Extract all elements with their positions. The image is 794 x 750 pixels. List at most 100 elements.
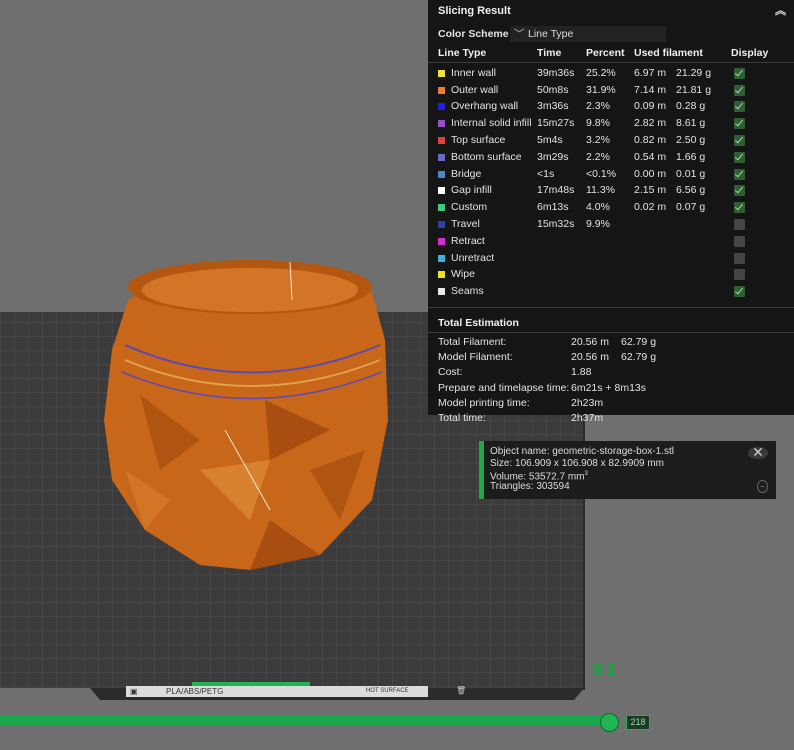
line-type-name: Travel <box>451 217 480 230</box>
line-type-row: Top surface 5m4s 3.2% 0.82 m 2.50 g <box>428 132 794 149</box>
line-time: 17m48s <box>537 184 575 197</box>
display-checkbox[interactable] <box>734 118 745 130</box>
display-checkbox[interactable] <box>734 202 745 214</box>
line-meters: 0.00 m <box>634 167 667 180</box>
display-checkbox[interactable] <box>734 235 745 247</box>
panel-title: Slicing Result <box>438 5 511 17</box>
line-percent: 4.0% <box>586 201 610 214</box>
layer-indicator: 01 <box>592 660 619 682</box>
line-type-row: Travel 15m32s 9.9% <box>428 216 794 233</box>
line-grams: 8.61 g <box>676 117 706 130</box>
display-checkbox[interactable] <box>734 84 745 96</box>
line-grams: 0.07 g <box>676 201 706 214</box>
collapse-icon[interactable]: ︽ <box>775 0 786 23</box>
object-info-panel: Object name: geometric-storage-box-1.stl… <box>479 441 776 499</box>
line-color-swatch <box>438 288 445 296</box>
line-color-swatch <box>438 136 445 144</box>
line-type-name: Overhang wall <box>451 100 519 113</box>
layer-slider-value: 218 <box>626 715 650 730</box>
display-checkbox[interactable] <box>734 134 745 146</box>
trash-icon[interactable]: 🗑 <box>456 685 466 696</box>
line-type-row: Internal solid infill 15m27s 9.8% 2.82 m 8.6… <box>428 115 794 132</box>
line-type-row: Seams <box>428 283 794 300</box>
line-color-swatch <box>438 153 445 161</box>
line-time: 15m27s <box>537 117 575 130</box>
display-checkbox[interactable] <box>734 185 745 197</box>
line-time: <1s <box>537 167 555 180</box>
total-value: 20.56 m <box>571 335 609 348</box>
line-time: 39m36s <box>537 66 575 79</box>
header-time: Time <box>537 47 562 59</box>
line-grams: 0.28 g <box>676 100 706 113</box>
total-label: Model printing time: <box>438 396 530 409</box>
line-meters: 0.02 m <box>634 201 667 214</box>
line-percent: 11.3% <box>586 184 615 197</box>
line-time: 3m29s <box>537 150 569 163</box>
display-checkbox[interactable] <box>734 218 745 230</box>
total-row: Cost: 1.88 <box>428 365 794 380</box>
layer-slider-handle[interactable] <box>600 713 619 732</box>
line-percent: <0.1% <box>586 167 617 180</box>
line-percent: 31.9% <box>586 83 616 96</box>
line-grams: 6.56 g <box>676 184 706 197</box>
line-type-row: Retract <box>428 233 794 250</box>
plate-icon: ▣ <box>130 687 138 696</box>
color-scheme-value: Line Type <box>528 28 574 40</box>
line-grams: 2.50 g <box>676 133 706 146</box>
close-icon[interactable]: ✕ <box>748 445 768 459</box>
header-used-filament: Used filament <box>634 47 703 59</box>
line-color-swatch <box>438 220 445 228</box>
line-type-name: Outer wall <box>451 83 499 96</box>
line-meters: 2.15 m <box>634 184 667 197</box>
line-type-name: Wipe <box>451 268 475 281</box>
line-grams: 1.66 g <box>676 150 706 163</box>
line-type-table: Inner wall 39m36s 25.2% 6.97 m 21.29 g Outer … <box>428 63 794 300</box>
slicing-result-panel: Slicing Result ︽ Color Scheme ﹀ Line Type… <box>428 0 794 424</box>
display-checkbox[interactable] <box>734 269 745 281</box>
color-scheme-label: Color Scheme <box>438 28 509 40</box>
line-type-name: Bottom surface <box>451 150 522 163</box>
layer-slider-track[interactable] <box>0 716 612 726</box>
total-row: Total Filament: 20.56 m 62.79 g <box>428 335 794 350</box>
total-label: Model Filament: <box>438 351 513 364</box>
line-color-swatch <box>438 271 445 279</box>
display-checkbox[interactable] <box>734 252 745 264</box>
display-checkbox[interactable] <box>734 286 745 298</box>
line-type-name: Gap infill <box>451 184 492 197</box>
line-type-row: Custom 6m13s 4.0% 0.02 m 0.07 g <box>428 199 794 216</box>
line-type-name: Internal solid infill <box>451 117 532 130</box>
object-size: Size: 106.909 x 106.908 x 82.9909 mm <box>490 457 665 469</box>
line-time: 3m36s <box>537 100 569 113</box>
line-time: 15m32s <box>537 217 575 230</box>
minimize-icon[interactable]: − <box>757 479 768 493</box>
object-triangles: Triangles: 303594 <box>490 480 570 492</box>
display-checkbox[interactable] <box>734 67 745 79</box>
line-color-swatch <box>438 103 445 111</box>
line-grams: 0.01 g <box>676 167 706 180</box>
total-value-2: 62.79 g <box>621 351 657 364</box>
total-value: 2h23m <box>571 396 604 409</box>
color-scheme-select[interactable]: ﹀ Line Type <box>510 26 666 42</box>
line-meters: 0.54 m <box>634 150 667 163</box>
chevron-down-icon: ﹀ <box>514 28 525 40</box>
display-checkbox[interactable] <box>734 151 745 163</box>
total-estimation: Total Filament: 20.56 m 62.79 g Model Filam… <box>428 333 794 426</box>
line-type-name: Bridge <box>451 167 482 180</box>
display-checkbox[interactable] <box>734 101 745 113</box>
line-percent: 9.8% <box>586 117 610 130</box>
total-value: 6m21s + 8m13s <box>571 381 646 394</box>
line-type-name: Seams <box>451 285 484 298</box>
line-percent: 25.2% <box>586 66 616 79</box>
line-type-row: Overhang wall 3m36s 2.3% 0.09 m 0.28 g <box>428 98 794 115</box>
display-checkbox[interactable] <box>734 168 745 180</box>
line-color-swatch <box>438 170 445 178</box>
line-type-row: Wipe <box>428 266 794 283</box>
line-color-swatch <box>438 69 445 77</box>
line-percent: 9.9% <box>586 217 610 230</box>
hot-surface-label: HOT SURFACE <box>366 688 409 694</box>
line-type-row: Unretract <box>428 250 794 267</box>
line-color-swatch <box>438 120 445 128</box>
header-display: Display <box>731 47 769 59</box>
total-row: Prepare and timelapse time: 6m21s + 8m13s <box>428 381 794 396</box>
printed-model[interactable] <box>104 260 388 570</box>
